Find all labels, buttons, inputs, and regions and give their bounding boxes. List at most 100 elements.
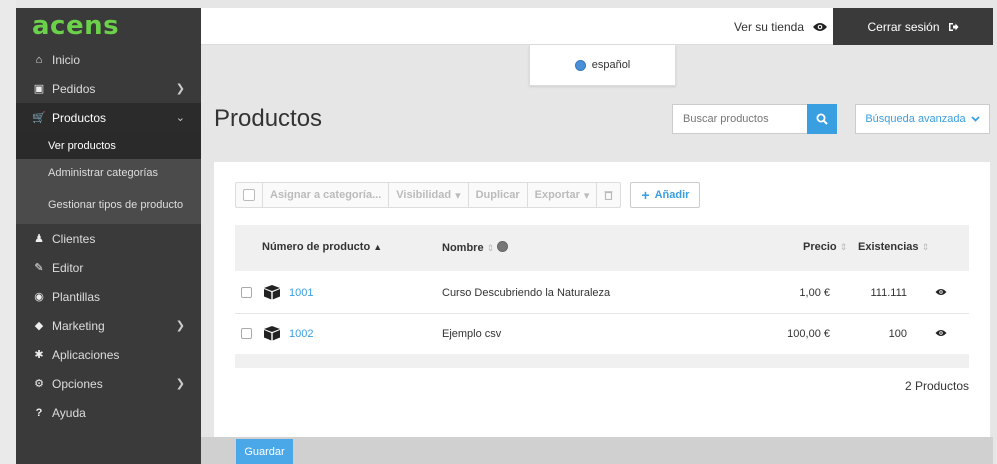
advanced-search-button[interactable]: Búsqueda avanzada (855, 104, 990, 134)
search-button[interactable] (807, 104, 837, 134)
column-name[interactable]: Nombre ⇕ (442, 241, 509, 254)
table-footer-strip (235, 354, 969, 368)
eye-icon[interactable] (935, 329, 947, 337)
add-product-label: Añadir (654, 189, 690, 201)
sidebar-item-label: Productos (52, 110, 107, 125)
product-box-icon (264, 326, 280, 341)
sort-icon: ⇕ (921, 242, 930, 252)
column-price[interactable]: Precio ⇕ (803, 241, 847, 253)
sidebar-item-label: Marketing (52, 318, 105, 333)
question-icon: ? (35, 406, 43, 419)
sidebar-item-label: Clientes (52, 231, 96, 246)
search-icon (816, 113, 828, 125)
product-number-link[interactable]: 1001 (289, 287, 313, 299)
sidebar-item-aplicaciones[interactable]: ✱ Aplicaciones (16, 340, 201, 369)
submenu-item-ver-productos[interactable]: Ver productos (16, 132, 201, 159)
add-product-button[interactable]: + Añadir (630, 182, 701, 208)
tag-icon: ◆ (34, 320, 44, 332)
eye-icon (813, 22, 827, 31)
export-label: Exportar (534, 189, 580, 201)
sidebar-item-ayuda[interactable]: ? Ayuda (16, 398, 201, 427)
export-dropdown[interactable]: Exportar ▾ (528, 183, 598, 207)
sidebar-item-label: Aplicaciones (52, 347, 120, 362)
globe-icon (497, 241, 509, 252)
sidebar-item-productos[interactable]: 🛒 Productos ⌄ (16, 103, 201, 132)
home-icon: ⌂ (35, 53, 43, 66)
select-all-checkbox[interactable] (236, 183, 263, 207)
product-stock: 111.111 (870, 287, 908, 299)
product-name: Curso Descubriendo la Naturaleza (442, 287, 611, 299)
visibility-label: Visibilidad (396, 189, 452, 201)
sidebar-item-label: Pedidos (52, 81, 96, 96)
advanced-search-label: Búsqueda avanzada (865, 113, 966, 125)
chevron-down-icon (971, 116, 980, 122)
logout-button[interactable]: Cerrar sesión (833, 8, 993, 45)
gear-icon: ⚙ (34, 378, 44, 390)
chevron-right-icon: ❯ (175, 378, 185, 390)
row-checkbox[interactable] (241, 328, 252, 339)
checkbox-icon (243, 189, 255, 201)
logo-text: acens (32, 11, 120, 41)
column-label: Precio (803, 241, 837, 253)
product-number-link[interactable]: 1002 (289, 328, 313, 340)
save-button[interactable]: Guardar (236, 439, 293, 464)
cart-icon: 🛒 (32, 112, 46, 124)
sidebar-item-editor[interactable]: ✎ Editor (16, 253, 201, 282)
column-label: Número de producto (262, 241, 371, 253)
view-store-label: Ver su tienda (733, 19, 804, 34)
column-label: Existencias (858, 241, 919, 253)
column-label: Nombre (442, 242, 484, 254)
sidebar-item-clientes[interactable]: ♟ Clientes (16, 224, 201, 253)
product-price: 100,00 € (787, 328, 830, 340)
caret-down-icon: ▾ (455, 189, 461, 202)
sidebar-item-opciones[interactable]: ⚙ Opciones ❯ (16, 369, 201, 398)
puzzle-icon: ✱ (34, 349, 44, 361)
sidebar: ⌂ Inicio ▣ Pedidos ❯ 🛒 Productos ⌄ Ver produc… (16, 45, 201, 464)
bulk-toolbar: Asignar a categoría... Visibilidad ▾ Dupl… (235, 182, 701, 208)
language-selector[interactable]: español (529, 45, 676, 86)
table-header: Número de producto ▲ Nombre ⇕ Precio ⇕ E… (235, 225, 969, 271)
product-name: Ejemplo csv (442, 328, 502, 340)
search-box (672, 104, 837, 134)
duplicate-button[interactable]: Duplicar (469, 183, 528, 207)
plus-icon: + (641, 187, 650, 203)
product-count: 2 Productos (904, 379, 969, 393)
language-label: español (591, 59, 631, 71)
sort-asc-icon: ▲ (373, 242, 383, 252)
column-stock[interactable]: Existencias ⇕ (858, 241, 929, 253)
sort-icon: ⇕ (839, 242, 848, 252)
logo[interactable]: acens (16, 7, 201, 45)
pencil-icon: ✎ (34, 262, 44, 274)
table-row[interactable]: 1002 Ejemplo csv 100,00 € 100 (235, 314, 969, 355)
product-box-icon (264, 285, 280, 300)
sort-icon: ⇕ (486, 243, 495, 253)
assign-category-label: Asignar a categoría... (270, 189, 382, 201)
sidebar-item-marketing[interactable]: ◆ Marketing ❯ (16, 311, 201, 340)
eye-icon[interactable] (935, 288, 947, 296)
sidebar-item-label: Opciones (52, 376, 103, 391)
sidebar-item-inicio[interactable]: ⌂ Inicio (16, 45, 201, 74)
sidebar-item-plantillas[interactable]: ◉ Plantillas (16, 282, 201, 311)
chevron-right-icon: ❯ (175, 83, 185, 95)
table-row[interactable]: 1001 Curso Descubriendo la Naturaleza 1,… (235, 273, 969, 314)
logout-label: Cerrar sesión (867, 19, 940, 34)
visibility-dropdown[interactable]: Visibilidad ▾ (389, 183, 469, 207)
sidebar-item-label: Inicio (52, 52, 81, 67)
view-store-link[interactable]: Ver su tienda (734, 8, 828, 45)
delete-button[interactable] (597, 183, 620, 207)
bottom-action-bar (201, 437, 993, 464)
top-bar: acens Ver su tienda Cerrar sesión (16, 7, 993, 45)
main-content: español Productos Búsqueda avanzada Asig… (201, 45, 993, 464)
sidebar-item-pedidos[interactable]: ▣ Pedidos ❯ (16, 74, 201, 103)
submenu-item-gestionar-tipos[interactable]: Gestionar tipos de producto (16, 186, 201, 224)
products-panel: Asignar a categoría... Visibilidad ▾ Dupl… (214, 162, 990, 437)
sidebar-item-label: Ayuda (52, 405, 86, 420)
chevron-down-icon: ⌄ (175, 112, 185, 124)
search-input[interactable] (672, 104, 807, 134)
product-stock: 100 (888, 328, 907, 340)
assign-category-button[interactable]: Asignar a categoría... (263, 183, 390, 207)
row-checkbox[interactable] (241, 287, 252, 298)
column-number[interactable]: Número de producto ▲ (262, 241, 382, 253)
caret-down-icon: ▾ (583, 189, 590, 202)
submenu-item-administrar-categorias[interactable]: Administrar categorías (16, 159, 201, 186)
